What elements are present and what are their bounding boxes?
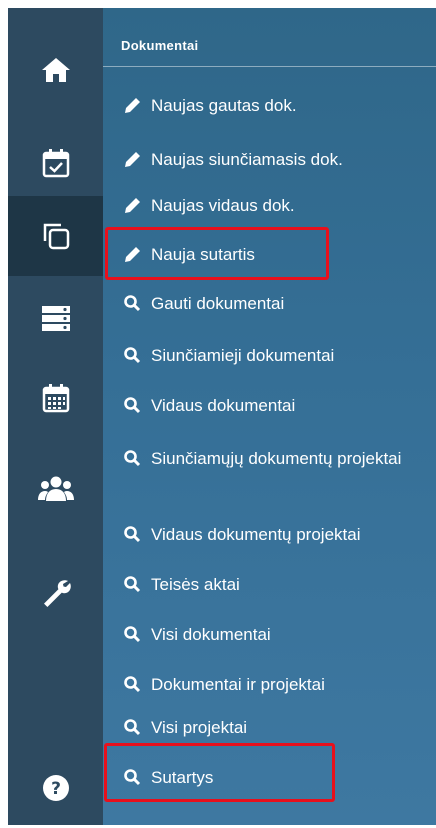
search-icon bbox=[123, 346, 145, 364]
panel-title: Dokumentai bbox=[121, 38, 199, 53]
menu-item-label: Naujas gautas dok. bbox=[151, 96, 297, 115]
menu-item-all-documents[interactable]: Visi dokumentai bbox=[123, 622, 432, 647]
menu-item-label: Dokumentai ir projektai bbox=[151, 675, 325, 694]
calendar-check-icon bbox=[42, 149, 69, 178]
search-icon bbox=[123, 449, 145, 467]
menu-item-all-projects[interactable]: Visi projektai bbox=[123, 715, 432, 740]
menu-item-label: Vidaus dokumentai bbox=[151, 396, 296, 415]
menu-item-new-internal-doc[interactable]: Naujas vidaus dok. bbox=[123, 193, 432, 218]
home-icon bbox=[41, 58, 70, 82]
nav-calendar-check-button[interactable] bbox=[8, 123, 103, 203]
menu-item-contracts[interactable]: Sutartys bbox=[123, 765, 432, 790]
search-icon bbox=[123, 575, 145, 593]
nav-list-button[interactable] bbox=[8, 278, 103, 358]
search-icon bbox=[123, 396, 145, 414]
search-icon bbox=[123, 675, 145, 693]
users-icon bbox=[37, 476, 74, 501]
pencil-icon bbox=[123, 96, 145, 114]
menu-item-legal-acts[interactable]: Teisės aktai bbox=[123, 572, 432, 597]
menu-item-label: Naujas siunčiamasis dok. bbox=[151, 150, 343, 169]
search-icon bbox=[123, 768, 145, 786]
nav-users-button[interactable] bbox=[8, 448, 103, 528]
nav-help-button[interactable]: ? bbox=[8, 748, 103, 828]
menu-item-documents-and-projects[interactable]: Dokumentai ir projektai bbox=[123, 672, 432, 697]
search-icon bbox=[123, 294, 145, 312]
menu-item-label: Vidaus dokumentų projektai bbox=[151, 525, 361, 544]
menu-item-label: Siunčiamieji dokumentai bbox=[151, 346, 335, 365]
icon-sidebar: ? bbox=[8, 8, 103, 825]
menu-item-label: Visi dokumentai bbox=[151, 625, 271, 644]
search-icon bbox=[123, 525, 145, 543]
menu-item-label: Visi projektai bbox=[151, 718, 248, 737]
menu-item-new-received-doc[interactable]: Naujas gautas dok. bbox=[123, 93, 432, 118]
menu-item-received-documents[interactable]: Gauti dokumentai bbox=[123, 291, 432, 316]
calendar-grid-icon bbox=[42, 384, 69, 413]
menu-item-label: Teisės aktai bbox=[151, 575, 240, 594]
menu-item-new-outgoing-doc[interactable]: Naujas siunčiamasis dok. bbox=[123, 147, 432, 172]
search-icon bbox=[123, 718, 145, 736]
nav-calendar-button[interactable] bbox=[8, 358, 103, 438]
nav-home-button[interactable] bbox=[8, 30, 103, 110]
menu-item-label: Nauja sutartis bbox=[151, 245, 255, 264]
documents-copy-icon bbox=[43, 223, 69, 250]
menu-item-label: Sutartys bbox=[151, 768, 214, 787]
documents-menu-panel: Dokumentai Naujas gautas dok. Naujas siu… bbox=[103, 8, 436, 825]
menu-item-internal-doc-projects[interactable]: Vidaus dokumentų projektai bbox=[123, 522, 432, 547]
nav-settings-button[interactable] bbox=[8, 553, 103, 633]
list-stack-icon bbox=[41, 306, 70, 331]
pencil-icon bbox=[123, 196, 145, 214]
panel-header: Dokumentai bbox=[103, 8, 436, 67]
menu-item-outgoing-documents[interactable]: Siunčiamieji dokumentai bbox=[123, 343, 432, 368]
menu-item-internal-documents[interactable]: Vidaus dokumentai bbox=[123, 393, 432, 418]
menu-item-label: Gauti dokumentai bbox=[151, 294, 285, 313]
search-icon bbox=[123, 625, 145, 643]
menu-item-outgoing-doc-projects[interactable]: Siunčiamųjų dokumentų projektai bbox=[123, 446, 413, 471]
menu-item-label: Siunčiamųjų dokumentų projektai bbox=[151, 449, 402, 468]
menu-item-new-contract[interactable]: Nauja sutartis bbox=[123, 242, 432, 267]
svg-text:?: ? bbox=[51, 779, 61, 799]
wrench-icon bbox=[43, 580, 71, 607]
pencil-icon bbox=[123, 245, 145, 263]
help-icon: ? bbox=[42, 775, 69, 801]
menu-item-label: Naujas vidaus dok. bbox=[151, 196, 295, 215]
pencil-icon bbox=[123, 150, 145, 168]
nav-documents-button[interactable] bbox=[8, 196, 103, 276]
